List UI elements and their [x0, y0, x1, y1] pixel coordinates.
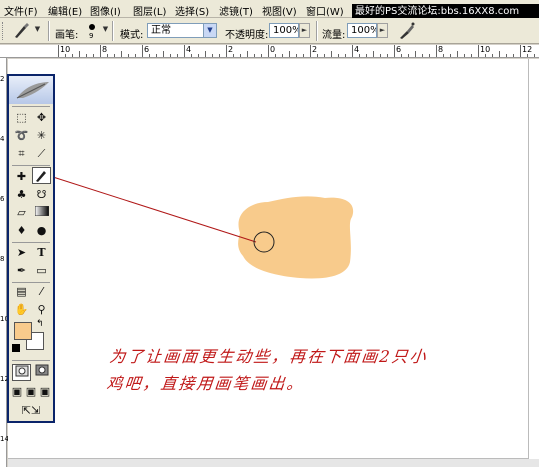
annotation-pointer-line [52, 176, 257, 243]
quick-mask-mode-icon[interactable] [32, 364, 51, 381]
pen-tool-icon[interactable]: ✒ [12, 262, 31, 279]
rectangle-tool-icon[interactable]: ▭ [32, 262, 51, 279]
foreground-color-swatch[interactable] [14, 322, 32, 340]
toolbox-separator [12, 242, 50, 243]
slice-tool-icon[interactable]: ⟋ [32, 145, 51, 162]
eraser-tool-icon[interactable]: ▱ [12, 204, 31, 221]
full-screen-menu-mode-icon[interactable]: ▣ [24, 383, 38, 400]
notes-tool-icon[interactable]: ▤ [12, 283, 31, 300]
move-tool-icon[interactable]: ✥ [32, 109, 51, 126]
swap-colors-icon[interactable]: ↰ [36, 319, 44, 329]
path-selection-tool-icon[interactable]: ➤ [12, 244, 31, 261]
default-colors-icon[interactable] [12, 344, 20, 352]
dodge-tool-icon[interactable]: ● [32, 222, 51, 239]
clone-stamp-tool-icon[interactable]: ♣ [12, 186, 31, 203]
blur-tool-icon[interactable]: ♦ [12, 222, 31, 239]
crop-tool-icon[interactable]: ⌗ [12, 145, 31, 162]
standard-screen-mode-icon[interactable]: ▣ [10, 383, 24, 400]
brush-tool-icon[interactable] [32, 167, 51, 184]
standard-mode-icon[interactable] [12, 364, 31, 381]
toolbox-header[interactable] [9, 76, 53, 104]
gradient-tool-icon[interactable] [32, 204, 51, 221]
eyedropper-tool-icon[interactable]: ⁄ [32, 283, 51, 300]
jump-to-imageready-icon[interactable]: ⇱⇲ [12, 402, 50, 419]
healing-brush-tool-icon[interactable]: ✚ [12, 168, 31, 185]
feather-logo-icon [16, 82, 49, 99]
toolbox-separator [12, 360, 50, 361]
marquee-tool-icon[interactable]: ⬚ [12, 109, 31, 126]
annotation-line-1: 为了让画面更生动些，再在下面画2只小 [108, 347, 429, 366]
toolbox-panel[interactable]: ⬚ ✥ ➰ ✳ ⌗ ⟋ ✚ ♣ ☋ ▱ ♦ ● ➤ T ✒ ▭ ▤ ⁄ ✋ ⚲ … [7, 74, 55, 423]
toolbox-separator [12, 106, 50, 107]
type-tool-icon[interactable]: T [32, 244, 51, 261]
annotation-text: 为了让画面更生动些，再在下面画2只小 鸡吧，直接用画笔画出。 [105, 343, 521, 397]
toolbox-separator [12, 165, 50, 166]
full-screen-mode-icon[interactable]: ▣ [38, 383, 52, 400]
hand-tool-icon[interactable]: ✋ [12, 301, 31, 318]
zoom-tool-icon[interactable]: ⚲ [32, 301, 51, 318]
lasso-tool-icon[interactable]: ➰ [12, 127, 31, 144]
history-brush-tool-icon[interactable]: ☋ [32, 186, 51, 203]
annotation-line-2: 鸡吧，直接用画笔画出。 [105, 374, 306, 393]
magic-wand-tool-icon[interactable]: ✳ [32, 127, 51, 144]
